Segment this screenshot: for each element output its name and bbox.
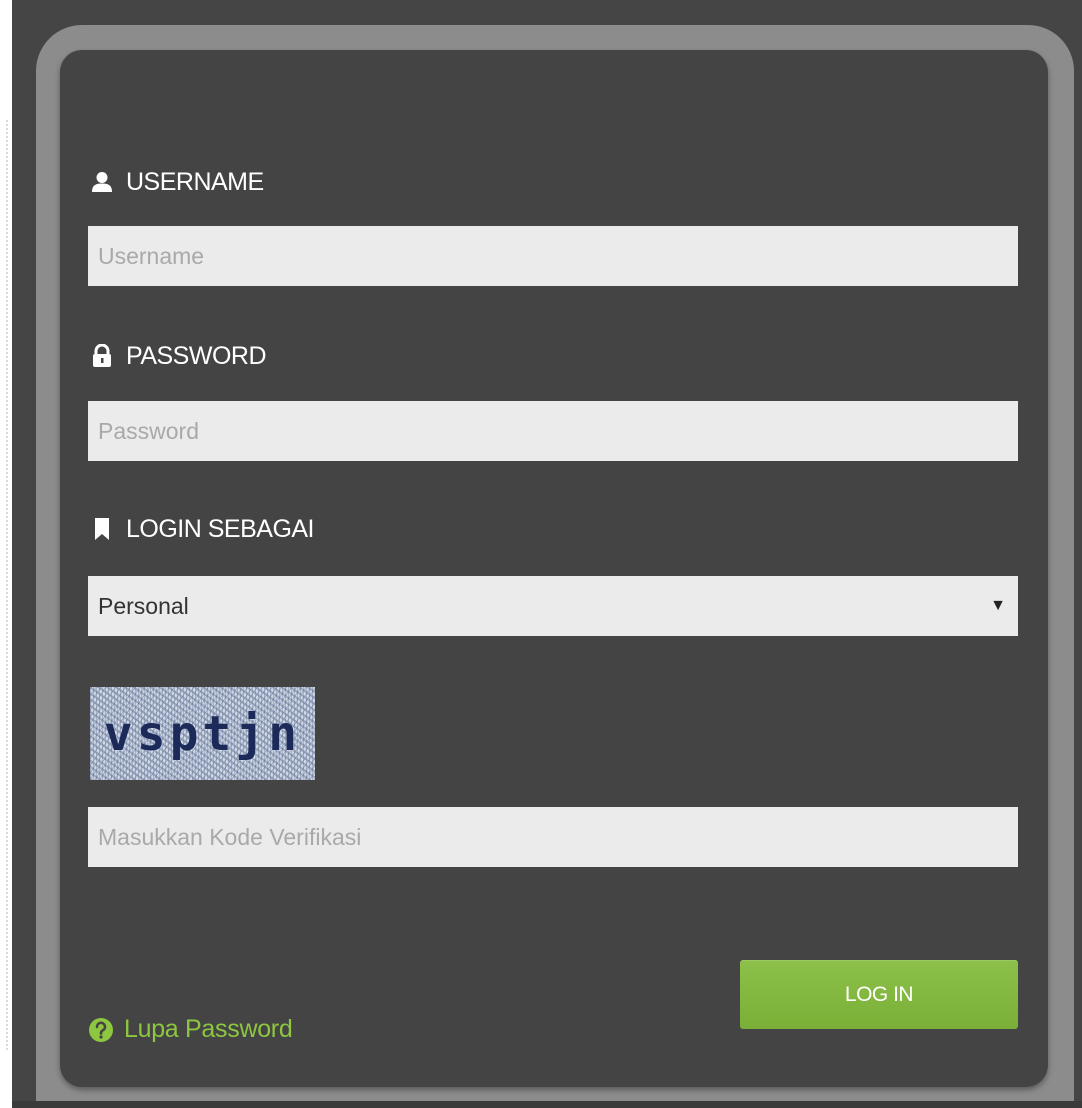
- login-panel: [60, 50, 1048, 1087]
- username-input[interactable]: [88, 226, 1018, 286]
- captcha-image: vsptjn: [90, 687, 315, 780]
- username-label: USERNAME: [90, 162, 264, 202]
- login-page: USERNAME PASSWORD LOGIN SEBAGAI Personal…: [0, 0, 1082, 1108]
- bottom-bar: [12, 1101, 1082, 1108]
- captcha-input[interactable]: [88, 807, 1018, 867]
- page-margin: [0, 0, 12, 1108]
- role-label-text: LOGIN SEBAGAI: [126, 514, 315, 543]
- captcha-text: vsptjn: [103, 705, 302, 762]
- role-select-value: Personal: [98, 592, 189, 619]
- caret-down-icon: ▼: [990, 597, 1006, 614]
- user-icon: [90, 170, 114, 194]
- lock-icon: [90, 344, 114, 368]
- forgot-password-link[interactable]: Lupa Password: [88, 1015, 293, 1044]
- forgot-password-text: Lupa Password: [124, 1015, 293, 1043]
- login-button[interactable]: LOG IN: [740, 960, 1018, 1029]
- role-label: LOGIN SEBAGAI: [90, 509, 315, 549]
- role-select[interactable]: Personal ▼: [88, 576, 1018, 636]
- dotted-border: [6, 120, 8, 1050]
- username-label-text: USERNAME: [126, 167, 264, 196]
- password-label-text: PASSWORD: [126, 341, 267, 370]
- password-input[interactable]: [88, 401, 1018, 461]
- question-circle-icon: [88, 1017, 114, 1043]
- password-label: PASSWORD: [90, 336, 267, 376]
- bookmark-icon: [90, 517, 114, 541]
